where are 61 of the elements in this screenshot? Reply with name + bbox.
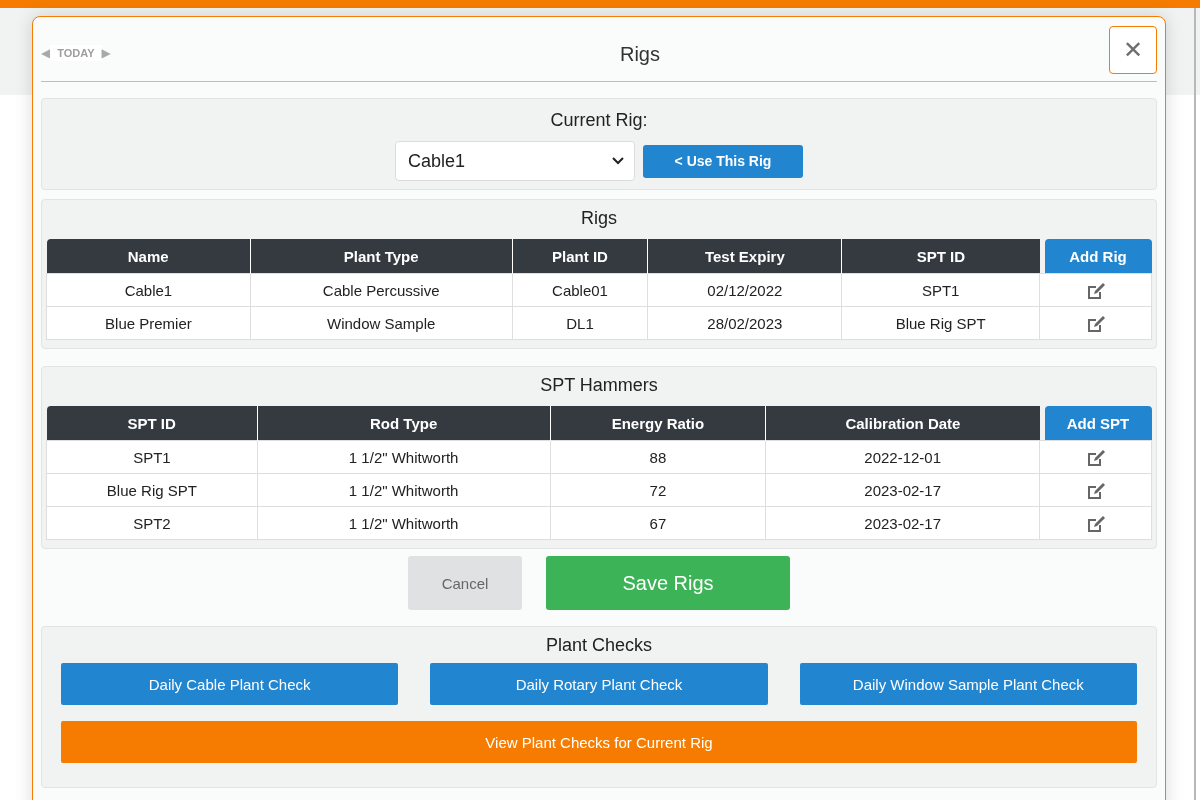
table-cell: SPT1 [841, 273, 1040, 307]
table-cell: Cable01 [512, 273, 648, 307]
table-cell: 72 [550, 473, 766, 507]
table-cell: 2022-12-01 [765, 440, 1040, 474]
edit-icon [1085, 481, 1106, 500]
chevron-icon [612, 157, 624, 165]
view-checks-button[interactable]: View Plant Checks for Current Rig [61, 721, 1137, 763]
table-cell: Cable1 [46, 273, 251, 307]
edit-icon [1085, 314, 1106, 333]
table-cell: DL1 [512, 306, 648, 340]
cancel-button[interactable]: Cancel [408, 556, 522, 610]
edit-icon [1085, 281, 1106, 300]
add-rig-add-button[interactable]: Add Rig [1044, 239, 1152, 273]
column-header: SPT ID [841, 239, 1040, 274]
column-header: SPT ID [46, 406, 258, 441]
section-heading: Plant Checks [545, 635, 653, 656]
edit-icon [1085, 448, 1106, 467]
next-arrow[interactable]: ▶ [101, 46, 111, 60]
table-cell: 1 1/2" Whitworth [257, 473, 550, 507]
table-cell: 2023-02-17 [765, 473, 1040, 507]
table-cell: 2023-02-17 [765, 506, 1040, 540]
edit-button[interactable] [1085, 514, 1106, 533]
edit-button[interactable] [1085, 281, 1106, 300]
table-cell: Blue Rig SPT [841, 306, 1040, 340]
column-header: Energy Ratio [550, 406, 766, 441]
section-heading: Current Rig: [550, 110, 648, 131]
table-cell: 28/02/2023 [647, 306, 842, 340]
plant-check-button[interactable]: Daily Window Sample Plant Check [799, 663, 1137, 705]
column-header: Calibration Date [765, 406, 1040, 441]
close-button[interactable]: ✕ [1109, 26, 1157, 74]
table-cell: Blue Premier [46, 306, 251, 340]
use-rig-button[interactable]: < Use This Rig [643, 144, 803, 178]
plant-check-button[interactable]: Daily Rotary Plant Check [430, 663, 768, 705]
column-header: Plant Type [250, 239, 513, 274]
previous-arrow[interactable]: ◀ [41, 46, 51, 60]
table-cell: 67 [550, 506, 766, 540]
column-header: Plant ID [512, 239, 648, 274]
save-button[interactable]: Save Rigs [546, 556, 790, 610]
table-cell: SPT1 [46, 440, 258, 474]
table-cell: 1 1/2" Whitworth [257, 440, 550, 474]
column-header: Name [46, 239, 251, 274]
today-button[interactable]: TODAY [50, 45, 102, 61]
table-cell: Cable Percussive [250, 273, 513, 307]
edit-button[interactable] [1085, 448, 1106, 467]
table-cell: 88 [550, 440, 766, 474]
section-heading: SPT Hammers [540, 375, 658, 396]
table-cell: Window Sample [250, 306, 513, 340]
section-heading: Rigs [581, 208, 617, 229]
edit-button[interactable] [1085, 481, 1106, 500]
table-cell: SPT2 [46, 506, 258, 540]
plant-check-button[interactable]: Daily Cable Plant Check [61, 663, 399, 705]
edit-icon [1085, 514, 1106, 533]
modal-title: Rigs [619, 41, 661, 66]
table-cell: 02/12/2022 [647, 273, 842, 307]
column-header: Test Expiry [647, 239, 842, 274]
column-header: Rod Type [257, 406, 550, 441]
table-cell: Blue Rig SPT [46, 473, 258, 507]
rig-select[interactable]: Cable1 [395, 141, 635, 181]
table-cell: 1 1/2" Whitworth [257, 506, 550, 540]
edit-button[interactable] [1085, 314, 1106, 333]
add-spt-add-button[interactable]: Add SPT [1044, 406, 1152, 440]
